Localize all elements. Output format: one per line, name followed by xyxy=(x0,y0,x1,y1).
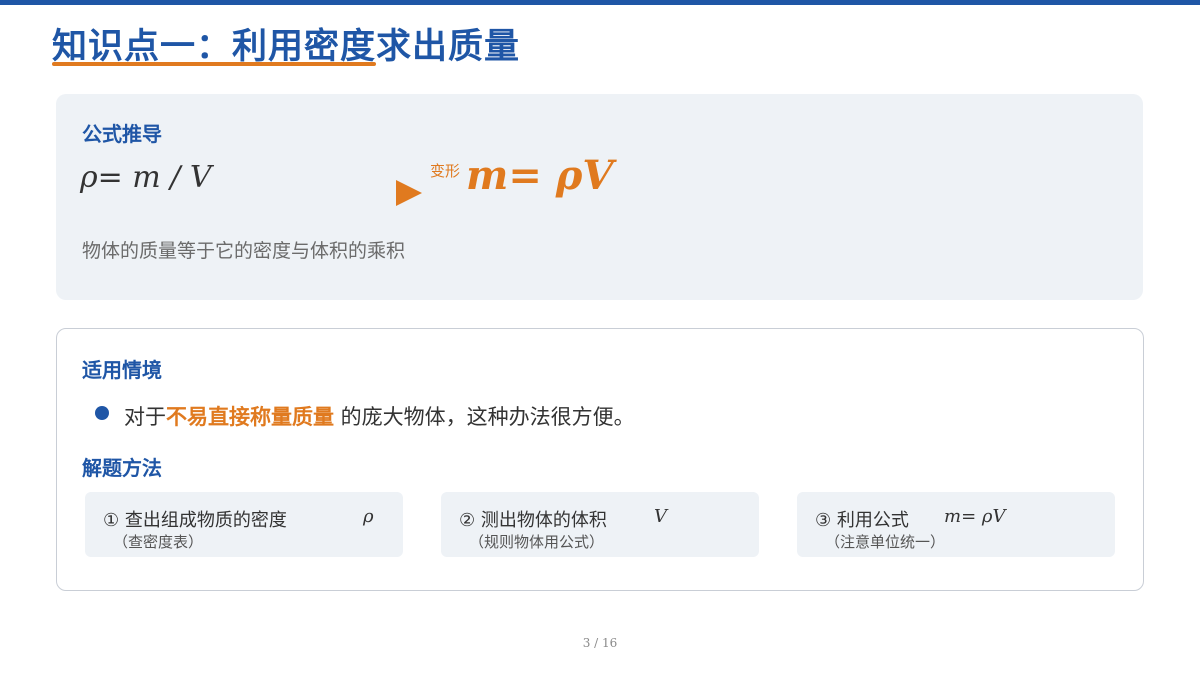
derived-formula: m= ρV xyxy=(466,152,614,199)
formula-heading: 公式推导 xyxy=(82,122,162,146)
step-2-title: ② 测出物体的体积 xyxy=(459,510,607,531)
bullet-prefix: 对于 xyxy=(124,405,166,429)
original-formula: ρ= m / V xyxy=(80,160,212,195)
title-underline xyxy=(52,62,376,66)
bullet-highlight: 不易直接称量质量 xyxy=(166,405,334,429)
step-3-symbol: m= ρV xyxy=(944,506,1006,527)
formula-description: 物体的质量等于它的密度与体积的乘积 xyxy=(82,240,406,262)
transform-label: 变形 xyxy=(430,162,461,180)
transform-arrow-icon xyxy=(396,180,422,206)
bullet-text: 对于不易直接称量质量 的庞大物体，这种办法很方便。 xyxy=(124,401,635,431)
step-2-symbol: V xyxy=(654,506,667,527)
step-3-title: ③ 利用公式 xyxy=(815,510,909,531)
bullet-icon xyxy=(95,406,109,420)
page-number: 3 / 16 xyxy=(582,636,618,650)
top-accent-bar xyxy=(0,0,1200,5)
step-2-note: （规则物体用公式） xyxy=(469,533,605,551)
step-card-1: ① 查出组成物质的密度 ρ （查密度表） xyxy=(85,492,403,557)
method-heading: 解题方法 xyxy=(82,456,162,480)
step-1-symbol: ρ xyxy=(363,506,374,527)
step-1-note: （查密度表） xyxy=(113,533,204,551)
step-card-3: ③ 利用公式 m= ρV （注意单位统一） xyxy=(797,492,1115,557)
application-heading: 适用情境 xyxy=(82,358,162,382)
step-3-note: （注意单位统一） xyxy=(825,533,946,551)
bullet-suffix: 的庞大物体，这种办法很方便。 xyxy=(334,405,635,429)
step-1-title: ① 查出组成物质的密度 xyxy=(103,510,287,531)
step-card-2: ② 测出物体的体积 V （规则物体用公式） xyxy=(441,492,759,557)
